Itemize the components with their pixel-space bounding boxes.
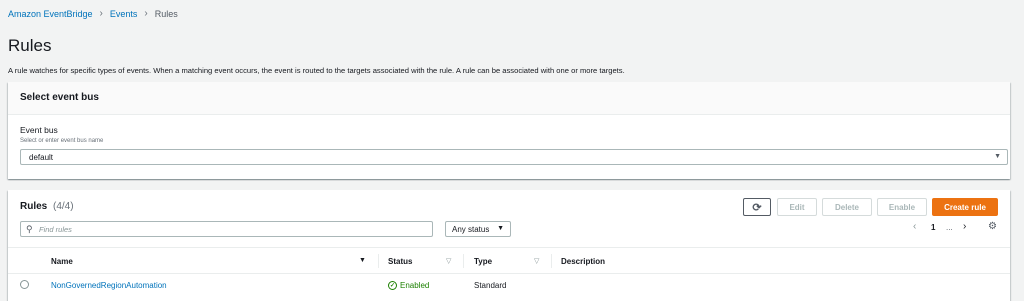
event-bus-select[interactable]: default ▼ — [20, 149, 1008, 165]
rules-count: (4/4) — [53, 201, 74, 212]
event-bus-panel-header: Select event bus — [8, 82, 1010, 115]
edit-button[interactable]: Edit — [777, 198, 817, 216]
rule-type: Standard — [474, 281, 507, 290]
page-description: A rule watches for specific types of eve… — [8, 66, 625, 75]
column-header-description[interactable]: Description — [561, 257, 605, 266]
caret-down-icon: ▼ — [994, 153, 1001, 160]
rule-name-link[interactable]: NonGovernedRegionAutomation — [51, 281, 167, 290]
event-bus-hint: Select or enter event bus name — [20, 138, 104, 144]
sort-icon[interactable]: ▽ — [446, 257, 451, 265]
page-title: Rules — [8, 36, 52, 55]
column-divider — [463, 254, 464, 268]
sort-icon[interactable]: ▽ — [534, 257, 539, 265]
column-header-type[interactable]: Type — [474, 257, 492, 266]
event-bus-panel: Select event bus Event bus Select or ent… — [8, 82, 1010, 179]
breadcrumb-link-eventbridge[interactable]: Amazon EventBridge — [8, 9, 93, 19]
chevron-right-icon[interactable]: › — [963, 221, 966, 232]
chevron-left-icon[interactable]: ‹ — [913, 221, 916, 232]
rules-title: Rules (4/4) — [20, 201, 74, 212]
rules-panel: Rules (4/4) ⟳ Edit Delete Enable Create … — [8, 190, 1010, 301]
rules-panel-header: Rules (4/4) ⟳ Edit Delete Enable Create … — [8, 190, 1010, 247]
create-rule-button[interactable]: Create rule — [932, 198, 998, 216]
rules-title-text: Rules — [20, 201, 48, 212]
column-divider — [551, 254, 552, 268]
status-badge: ✓ Enabled — [388, 281, 429, 290]
column-header-name[interactable]: Name — [51, 257, 73, 266]
table-header: Name ▼ Status ▽ Type ▽ Description — [8, 247, 1010, 274]
breadcrumb-separator-icon: › — [144, 8, 148, 19]
sort-descending-icon[interactable]: ▼ — [359, 257, 366, 264]
status-text: Enabled — [400, 281, 430, 290]
breadcrumb-link-events[interactable]: Events — [110, 9, 138, 19]
search-icon: ⚲ — [26, 224, 33, 234]
breadcrumb-current: Rules — [154, 8, 178, 19]
caret-down-icon: ▼ — [497, 225, 504, 232]
row-select-radio[interactable] — [20, 280, 29, 289]
gear-icon[interactable]: ⚙ — [988, 221, 997, 232]
pagination-ellipsis: ... — [946, 223, 953, 232]
breadcrumb-separator-icon: › — [99, 8, 103, 19]
status-filter-value: Any status — [452, 225, 490, 234]
pagination-page-1[interactable]: 1 — [931, 223, 935, 232]
column-divider — [378, 254, 379, 268]
event-bus-label: Event bus — [20, 125, 58, 135]
delete-button[interactable]: Delete — [822, 198, 872, 216]
search-input[interactable]: ⚲ Find rules — [20, 221, 433, 237]
column-header-status[interactable]: Status — [388, 257, 412, 266]
check-circle-icon: ✓ — [388, 281, 397, 290]
search-placeholder: Find rules — [39, 225, 72, 234]
enable-button[interactable]: Enable — [877, 198, 927, 216]
refresh-icon: ⟳ — [752, 201, 762, 214]
breadcrumb: Amazon EventBridge › Events › Rules — [8, 8, 178, 19]
event-bus-selected-value: default — [29, 153, 54, 162]
refresh-button[interactable]: ⟳ — [743, 198, 771, 216]
status-filter-select[interactable]: Any status ▼ — [445, 221, 511, 237]
table-row[interactable]: NonGovernedRegionAutomation ✓ Enabled St… — [8, 275, 1010, 299]
